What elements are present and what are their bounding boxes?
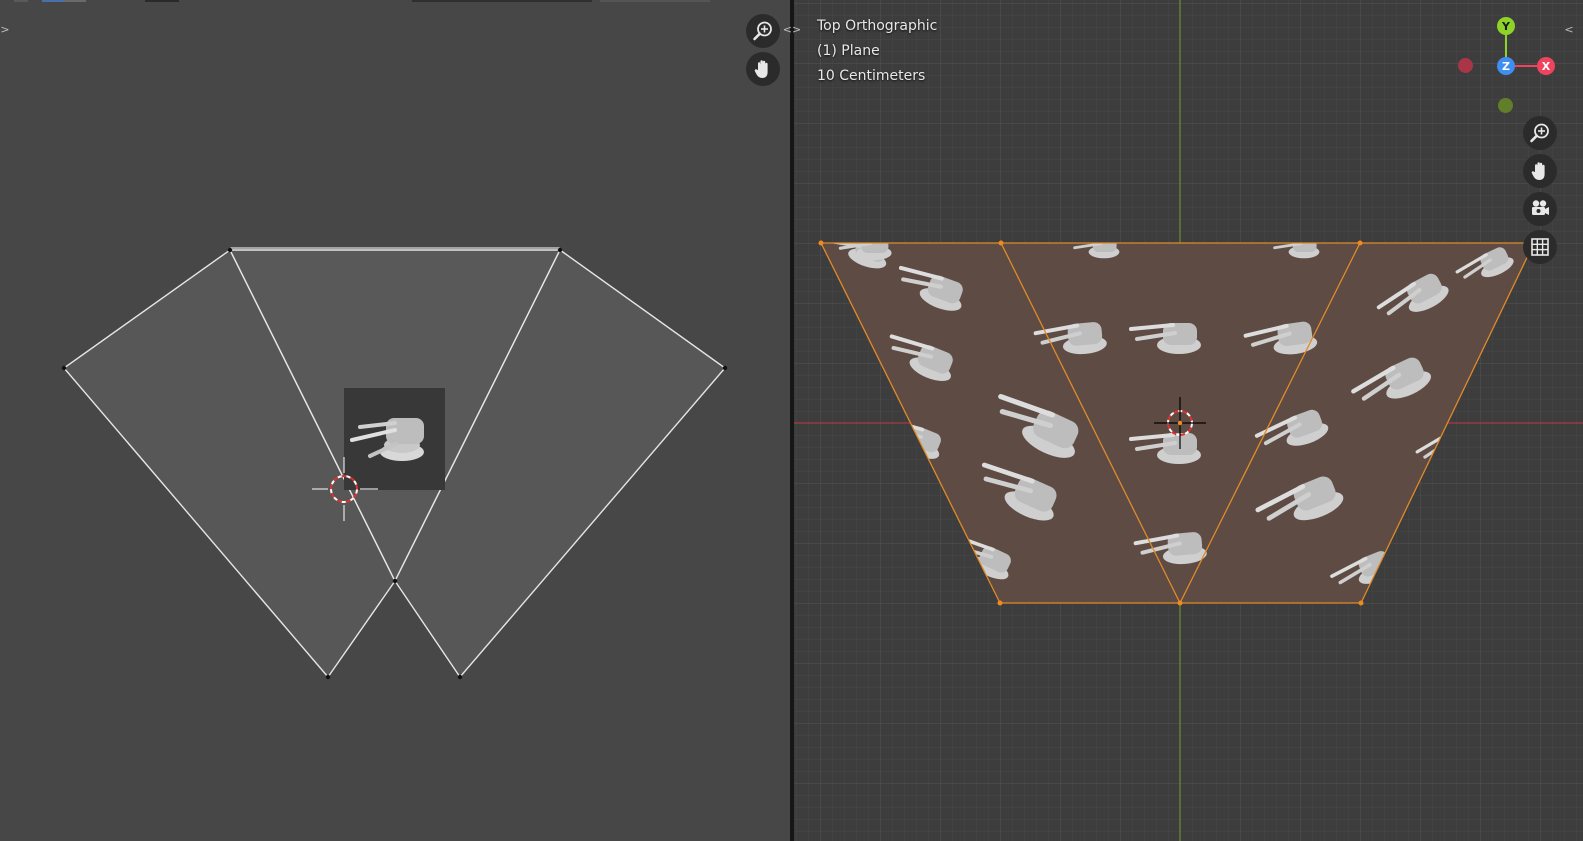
- uv-editor[interactable]: >: [0, 0, 790, 841]
- uv-texture-image: [344, 388, 445, 490]
- camera-icon: [1532, 200, 1549, 215]
- gizmo-x-axis[interactable]: X: [1537, 57, 1555, 75]
- uv-sidebar-toggle[interactable]: >: [0, 22, 10, 38]
- uv-header-strip: [0, 0, 790, 3]
- mesh-vertex: [997, 600, 1003, 606]
- uv-vertex: [557, 247, 563, 253]
- 3d-viewport[interactable]: Top Orthographic (1) Plane 10 Centimeter…: [794, 0, 1583, 841]
- viewport-camera-button[interactable]: [1523, 192, 1557, 226]
- zoom-icon: [1530, 123, 1549, 143]
- uv-zoom-button[interactable]: [746, 14, 780, 48]
- uv-vertex: [457, 674, 463, 680]
- uv-canvas[interactable]: [0, 0, 790, 841]
- viewport-perspective-toggle[interactable]: [1523, 230, 1557, 264]
- hand-icon: [754, 60, 768, 78]
- mesh-vertex: [818, 240, 824, 246]
- viewport-canvas[interactable]: [794, 0, 1583, 841]
- viewport-info-overlay: Top Orthographic (1) Plane 10 Centimeter…: [817, 14, 937, 89]
- viewport-pan-button[interactable]: [1523, 154, 1557, 188]
- uv-vertex: [392, 578, 398, 584]
- active-object-name: (1) Plane: [817, 43, 880, 59]
- mesh-vertex: [1357, 240, 1363, 246]
- gizmo-neg-x[interactable]: [1458, 58, 1473, 73]
- gizmo-y-axis[interactable]: Y: [1497, 17, 1515, 35]
- mesh-vertex: [998, 240, 1004, 246]
- uv-vertex: [722, 365, 728, 371]
- viewport-zoom-button[interactable]: [1523, 116, 1557, 150]
- view-name: Top Orthographic: [817, 18, 938, 34]
- blender-workspace: > <> Top Orthographic (1) Plane 10 Centi…: [0, 0, 1583, 841]
- mesh-vertex: [1358, 600, 1364, 606]
- gizmo-neg-y[interactable]: [1498, 98, 1513, 113]
- viewport-sidebar-toggle[interactable]: <: [1564, 22, 1574, 38]
- hand-icon: [1531, 162, 1545, 180]
- uv-vertex: [61, 365, 67, 371]
- uv-vertex: [227, 247, 233, 253]
- grid-scale: 10 Centimeters: [817, 68, 926, 84]
- grid-icon: [1531, 238, 1549, 256]
- mesh-vertex: [1177, 600, 1183, 606]
- uv-pan-button[interactable]: [746, 52, 780, 86]
- zoom-icon: [753, 21, 772, 41]
- gizmo-z-axis[interactable]: Z: [1497, 57, 1515, 75]
- uv-vertex: [325, 674, 331, 680]
- area-split-toggle[interactable]: <>: [782, 22, 802, 38]
